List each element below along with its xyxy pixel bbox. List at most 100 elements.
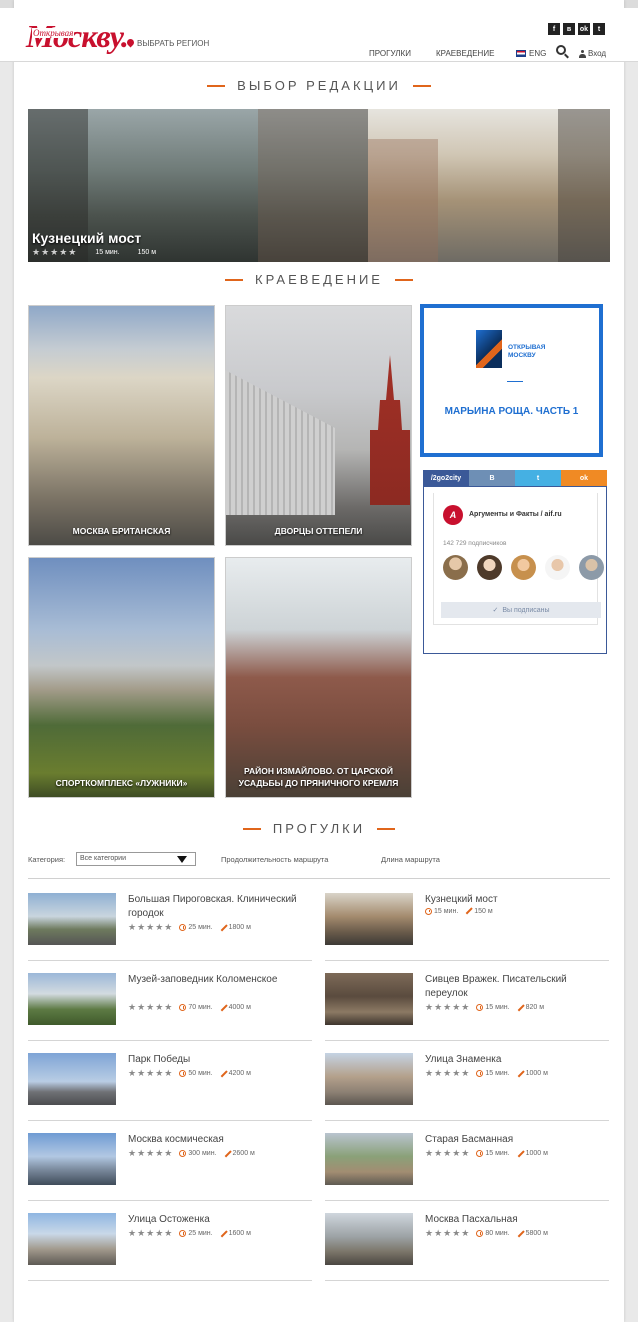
walk-title[interactable]: Улица Знаменка [425, 1053, 609, 1067]
avatar[interactable] [545, 555, 570, 580]
ad-banner[interactable]: ОТКРЫВАЯ МОСКВУ МАРЬИНА РОЩА. ЧАСТЬ 1 [420, 304, 603, 457]
avatar[interactable] [511, 555, 536, 580]
rating-stars[interactable]: ★★★★★ [425, 1228, 470, 1239]
tab-twitter[interactable]: t [515, 470, 561, 486]
tab-facebook[interactable]: /2go2city [423, 470, 469, 486]
walk-title[interactable]: Старая Басманная [425, 1133, 609, 1147]
walk-meta: ★★★★★ 50 мин. 4200 м [128, 1068, 308, 1079]
walk-thumbnail[interactable] [28, 1133, 116, 1185]
hero-distance: 150 м [137, 249, 157, 256]
search-button[interactable] [556, 45, 566, 55]
region-selector[interactable]: ВЫБРАТЬ РЕГИОН [127, 39, 209, 48]
walk-title[interactable]: Кузнецкий мост [425, 893, 609, 907]
rating-stars[interactable]: ★★★★★ [128, 1228, 173, 1239]
length-filter[interactable]: Длина маршрута [381, 855, 440, 864]
walk-thumbnail[interactable] [28, 1053, 116, 1105]
rating-stars[interactable]: ★★★★★ [128, 922, 173, 933]
walk-title[interactable]: Москва космическая [128, 1133, 312, 1147]
walk-separator [325, 1200, 609, 1201]
nav-kraev-link[interactable]: КРАЕВЕДЕНИЕ [436, 49, 494, 58]
walk-item[interactable]: Кузнецкий мост 15 мин. 150 м [325, 893, 609, 953]
group-name[interactable]: Аргументы и Факты / aif.ru [469, 511, 562, 518]
walk-title[interactable]: Москва Пасхальная [425, 1213, 609, 1227]
walk-thumbnail[interactable] [28, 893, 116, 945]
vk-icon[interactable]: в [563, 23, 575, 35]
walk-meta: ★★★★★ 80 мин. 5800 м [425, 1228, 605, 1239]
nav-walks-link[interactable]: ПРОГУЛКИ [369, 49, 411, 58]
walk-distance: 1600 м [219, 1230, 251, 1238]
walk-title[interactable]: Музей-заповедник Коломенское [128, 973, 312, 987]
walk-item[interactable]: Улица Знаменка ★★★★★ 15 мин. 1000 м [325, 1053, 609, 1113]
duration-filter[interactable]: Продолжительность маршрута [221, 855, 328, 864]
walk-item[interactable]: Старая Басманная ★★★★★ 15 мин. 1000 м [325, 1133, 609, 1193]
rating-stars[interactable]: ★★★★★ [128, 1148, 173, 1159]
rating-stars[interactable]: ★★★★★ [425, 1068, 470, 1079]
walk-duration: 70 мин. [179, 1004, 213, 1011]
logo-subtext: Открывая [32, 28, 75, 38]
tab-odnoklassniki[interactable]: ok [561, 470, 607, 486]
category-select[interactable]: Все категории [76, 852, 196, 866]
walk-duration: 15 мин. [476, 1004, 510, 1011]
walk-title[interactable]: Улица Остоженка [128, 1213, 312, 1227]
kraev-tile-izmailovo[interactable]: РАЙОН ИЗМАЙЛОВО. ОТ ЦАРСКОЙ УСАДЬБЫ ДО П… [225, 557, 412, 798]
walk-item[interactable]: Москва космическая ★★★★★ 300 мин. 2600 м [28, 1133, 312, 1193]
walk-title[interactable]: Большая Пироговская. Клинический городок [128, 893, 312, 921]
avatar[interactable] [579, 555, 604, 580]
hero-photo-square [368, 109, 610, 262]
language-switch[interactable]: ENG [516, 49, 546, 58]
route-icon [516, 1230, 524, 1238]
walk-thumbnail[interactable] [325, 973, 413, 1025]
editors-choice-hero[interactable]: Кузнецкий мост ★★★★★ 15 мин. 150 м [28, 109, 610, 262]
rating-stars[interactable]: ★★★★★ [128, 1068, 173, 1079]
walk-thumbnail[interactable] [28, 1213, 116, 1265]
clock-icon [425, 907, 432, 915]
filters-divider [28, 878, 610, 879]
walk-item[interactable]: Парк Победы ★★★★★ 50 мин. 4200 м [28, 1053, 312, 1113]
social-widget-tabs: /2go2city В t ok [423, 470, 607, 486]
tab-vk[interactable]: В [469, 470, 515, 486]
walk-meta: ★★★★★ 25 мин. 1800 м [128, 922, 308, 933]
route-icon [219, 1070, 227, 1078]
clock-icon [179, 1004, 187, 1011]
walk-duration: 25 мин. [179, 924, 213, 931]
rating-stars[interactable]: ★★★★★ [425, 1002, 470, 1013]
site-logo[interactable]: Москву. Открывая [26, 16, 129, 62]
walk-duration: 15 мин. [476, 1150, 510, 1157]
twitter-icon[interactable]: t [593, 23, 605, 35]
subscribed-button[interactable]: ✓ Вы подписаны [441, 602, 601, 618]
kraev-tile-luzhniki[interactable]: СПОРТКОМПЛЕКС «ЛУЖНИКИ» [28, 557, 215, 798]
walk-item[interactable]: Улица Остоженка ★★★★★ 25 мин. 1600 м [28, 1213, 312, 1273]
kraev-title: КРАЕВЕДЕНИЕ [255, 272, 383, 287]
login-label: Вход [588, 49, 607, 58]
avatar[interactable] [477, 555, 502, 580]
social-widget: A Аргументы и Факты / aif.ru 142 729 под… [423, 486, 607, 654]
walk-item[interactable]: Сивцев Вражек. Писательский переулок ★★★★… [325, 973, 609, 1033]
header-social-links: f в ok t [548, 23, 605, 35]
aif-logo[interactable]: A [443, 505, 463, 525]
rating-stars[interactable]: ★★★★★ [425, 1148, 470, 1159]
walk-distance-text: 1000 м [525, 1150, 548, 1157]
walk-title[interactable]: Сивцев Вражек. Писательский переулок [425, 973, 609, 1001]
facebook-icon[interactable]: f [548, 23, 560, 35]
walk-duration-text: 25 мин. [188, 1230, 213, 1237]
walk-thumbnail[interactable] [325, 1133, 413, 1185]
walk-item[interactable]: Музей-заповедник Коломенское ★★★★★ 70 мин.… [28, 973, 312, 1033]
walk-thumbnail[interactable] [325, 1053, 413, 1105]
walk-distance: 1800 м [219, 924, 251, 932]
route-icon [219, 1230, 227, 1238]
rating-stars[interactable]: ★★★★★ [128, 1002, 173, 1013]
walk-duration: 15 мин. [425, 907, 458, 915]
subscriber-count: 142 729 подписчиков [443, 540, 507, 547]
walk-thumbnail[interactable] [325, 893, 413, 945]
walk-item[interactable]: Большая Пироговская. Клинический городок… [28, 893, 312, 953]
walk-separator [28, 1120, 312, 1121]
kraev-tile-british-moscow[interactable]: МОСКВА БРИТАНСКАЯ [28, 305, 215, 546]
avatar[interactable] [443, 555, 468, 580]
walk-thumbnail[interactable] [325, 1213, 413, 1265]
login-link[interactable]: Вход [579, 49, 606, 58]
walk-title[interactable]: Парк Победы [128, 1053, 312, 1067]
clock-icon [179, 924, 187, 931]
odnoklassniki-icon[interactable]: ok [578, 23, 590, 35]
walk-thumbnail[interactable] [28, 973, 116, 1025]
walk-item[interactable]: Москва Пасхальная ★★★★★ 80 мин. 5800 м [325, 1213, 609, 1273]
